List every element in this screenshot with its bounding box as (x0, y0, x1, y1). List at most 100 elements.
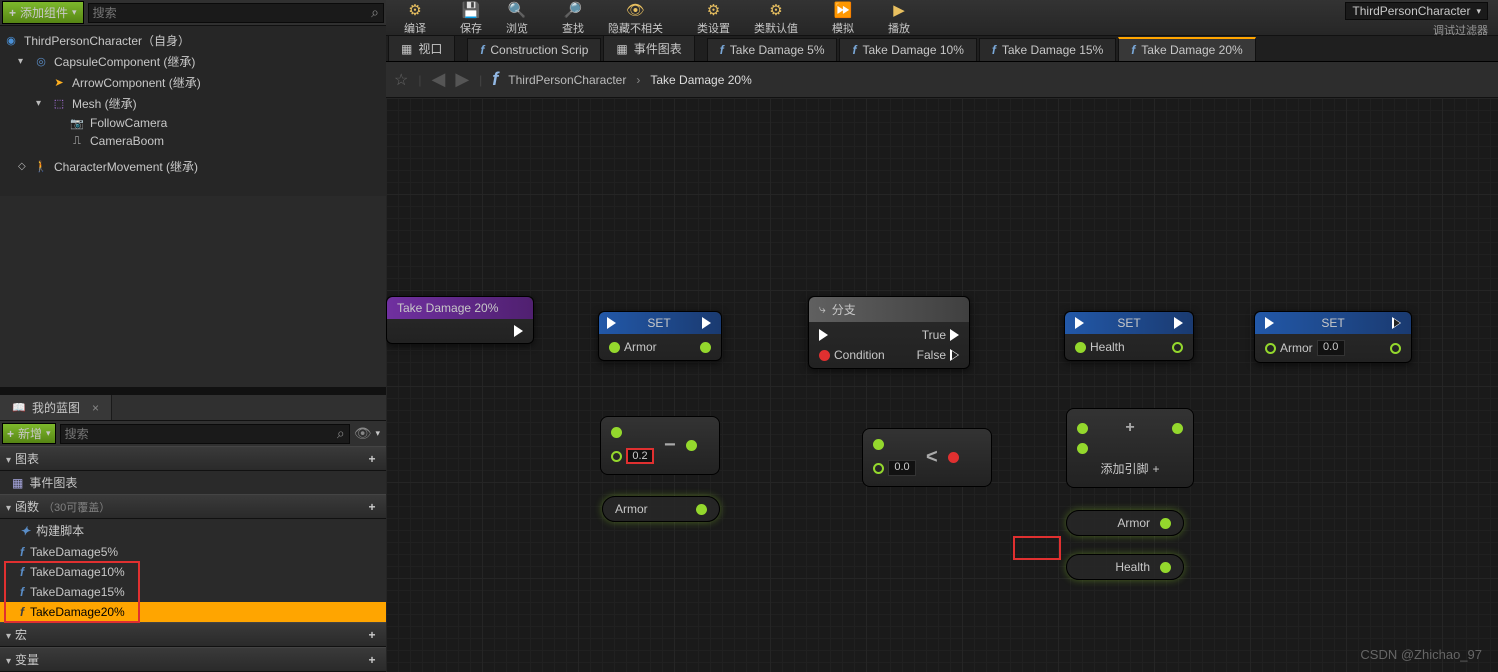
tab-td5[interactable]: fTake Damage 5% (707, 38, 838, 61)
add-a-pin[interactable] (1077, 423, 1088, 434)
tab-td15[interactable]: fTake Damage 15% (979, 38, 1116, 61)
subtract-b-pin[interactable]: 0.2 (611, 448, 654, 464)
class-defaults-button[interactable]: ⚙类默认值 (742, 0, 810, 36)
tree-item[interactable]: ◇🚶CharacterMovement (继承) (0, 156, 386, 177)
debug-object-dropdown[interactable]: ThirdPersonCharacter▾ (1345, 2, 1488, 20)
add-variable-button[interactable]: + (364, 652, 380, 668)
compare-out-pin[interactable] (948, 452, 959, 463)
tree-item[interactable]: ▾⬚Mesh (继承) (0, 93, 386, 114)
play-button[interactable]: ▶播放 (876, 0, 922, 36)
subtract-b-input[interactable]: 0.2 (626, 448, 654, 464)
favorite-icon[interactable]: ☆ (394, 70, 408, 90)
add-function-button[interactable]: + (364, 499, 380, 515)
node-set-health[interactable]: SET Health (1064, 311, 1194, 361)
function-item[interactable]: fTakeDamage10% (0, 562, 386, 582)
armor-out-pin[interactable] (1390, 343, 1401, 354)
add-chart-button[interactable]: + (364, 451, 380, 467)
node-get-armor[interactable]: Armor (602, 496, 720, 522)
health-in-pin[interactable]: Health (1075, 340, 1125, 354)
tab-event-graph[interactable]: ▦事件图表 (603, 35, 694, 61)
component-search[interactable]: ⌕ (88, 3, 384, 23)
section-macros[interactable]: ▾宏 + (0, 622, 386, 647)
exec-in-pin[interactable] (1265, 317, 1274, 329)
node-add[interactable]: + 添加引脚+ (1066, 408, 1194, 488)
node-less-than[interactable]: 0.0 < (862, 428, 992, 487)
function-item[interactable]: fTakeDamage15% (0, 582, 386, 602)
node-branch[interactable]: ⤷分支 True Condition False (808, 296, 970, 369)
exec-out-pin[interactable] (1174, 317, 1183, 329)
armor-out-pin[interactable] (1160, 518, 1171, 529)
node-get-health[interactable]: Health (1066, 554, 1184, 580)
armor-value-input[interactable]: 0.0 (1317, 340, 1345, 356)
function-item[interactable]: fTakeDamage5% (0, 542, 386, 562)
breadcrumb-function[interactable]: Take Damage 20% (650, 73, 751, 87)
panel-splitter[interactable] (0, 387, 386, 395)
section-variables[interactable]: ▾变量 + (0, 647, 386, 672)
expand-icon[interactable]: ▾ (18, 56, 28, 67)
node-get-armor-2[interactable]: Armor (1066, 510, 1184, 536)
section-functions[interactable]: ▾函数（30可覆盖） + (0, 494, 386, 519)
armor-out-pin[interactable] (700, 342, 711, 353)
tree-item[interactable]: ⎍CameraBoom (0, 132, 386, 150)
save-button[interactable]: 💾保存 (448, 0, 494, 36)
function-item[interactable]: ✦构建脚本 (0, 519, 386, 542)
health-out-pin[interactable] (1172, 342, 1183, 353)
compare-b-pin[interactable]: 0.0 (873, 460, 916, 476)
node-set-armor[interactable]: SET Armor (598, 311, 722, 361)
tab-construction[interactable]: fConstruction Scrip (467, 38, 601, 61)
browse-button[interactable]: 🔍浏览 (494, 0, 540, 36)
compare-a-pin[interactable] (873, 439, 916, 450)
exec-in-pin[interactable] (607, 317, 616, 329)
health-out-pin[interactable] (1160, 562, 1171, 573)
node-subtract[interactable]: 0.2 − (600, 416, 720, 475)
nav-back-icon[interactable]: ◀ (431, 69, 445, 90)
function-item-selected[interactable]: fTakeDamage20% (0, 602, 386, 622)
expand-icon[interactable]: ▾ (6, 455, 11, 466)
tab-td20[interactable]: fTake Damage 20% (1118, 37, 1255, 61)
tree-root[interactable]: ◉ ThirdPersonCharacter（自身） (0, 30, 386, 51)
add-b-pin[interactable] (1077, 443, 1183, 454)
add-component-button[interactable]: + 添加组件 ▾ (2, 1, 84, 24)
add-macro-button[interactable]: + (364, 627, 380, 643)
find-button[interactable]: 🔎查找 (550, 0, 596, 36)
condition-pin[interactable]: Condition (819, 348, 885, 362)
compare-b-input[interactable]: 0.0 (888, 460, 916, 476)
component-search-input[interactable] (93, 6, 372, 20)
exec-out-pin[interactable] (702, 317, 711, 329)
tree-item[interactable]: ➤ArrowComponent (继承) (0, 72, 386, 93)
section-charts[interactable]: ▾图表 + (0, 446, 386, 471)
hide-unrelated-button[interactable]: 👁隐藏不相关 (596, 0, 675, 36)
add-out-pin[interactable] (1172, 423, 1183, 434)
eye-icon[interactable]: 👁 (354, 425, 372, 442)
nav-forward-icon[interactable]: ▶ (455, 69, 469, 90)
expand-icon[interactable]: ▾ (6, 656, 11, 667)
node-function-entry[interactable]: Take Damage 20% (386, 296, 534, 344)
blueprint-search[interactable]: ⌕ (60, 424, 350, 444)
close-icon[interactable]: × (92, 401, 99, 415)
tree-item[interactable]: 📷FollowCamera (0, 114, 386, 132)
compile-button[interactable]: ⚙编译 (392, 0, 438, 36)
expand-icon[interactable]: ▾ (6, 631, 11, 642)
blueprint-search-input[interactable] (65, 427, 337, 441)
caret-down-icon[interactable]: ▾ (375, 428, 380, 439)
true-out-pin[interactable]: True (922, 328, 959, 342)
add-pin-button[interactable]: 添加引脚+ (1077, 460, 1183, 477)
armor-out-pin[interactable] (696, 504, 707, 515)
event-graph-item[interactable]: ▦ 事件图表 (0, 471, 386, 494)
tree-item[interactable]: ▾◎CapsuleComponent (继承) (0, 51, 386, 72)
subtract-out-pin[interactable] (686, 440, 697, 451)
class-settings-button[interactable]: ⚙类设置 (685, 0, 742, 36)
armor-in-pin[interactable]: Armor (609, 340, 657, 354)
blueprint-graph[interactable]: Take Damage 20% SET Armor 0.2 − (386, 98, 1498, 672)
tab-viewport[interactable]: ▦视口 (388, 35, 455, 61)
expand-icon[interactable]: ▾ (6, 503, 11, 514)
add-new-button[interactable]: + 新增 ▾ (2, 423, 56, 444)
node-set-armor-zero[interactable]: SET Armor0.0 (1254, 311, 1412, 363)
exec-out-pin[interactable] (514, 325, 523, 337)
breadcrumb-class[interactable]: ThirdPersonCharacter (508, 73, 626, 87)
exec-out-pin[interactable] (1392, 317, 1401, 329)
tab-td10[interactable]: fTake Damage 10% (839, 38, 976, 61)
simulate-button[interactable]: ⏩模拟 (820, 0, 866, 36)
exec-in-pin[interactable] (819, 329, 828, 341)
false-out-pin[interactable]: False (917, 348, 959, 362)
